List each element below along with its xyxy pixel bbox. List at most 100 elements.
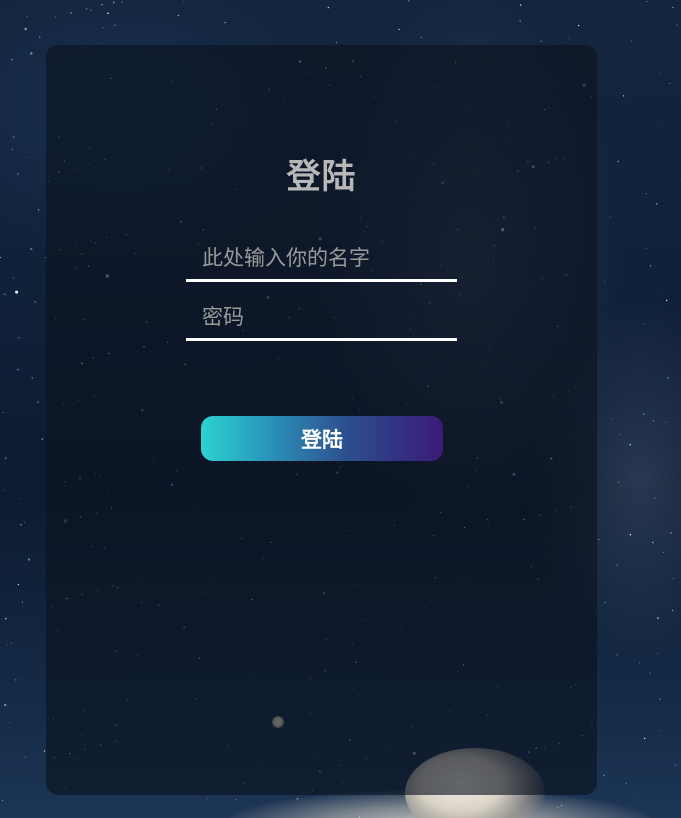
star xyxy=(2,799,3,801)
star xyxy=(24,522,26,524)
star xyxy=(29,171,31,173)
star xyxy=(408,0,410,2)
star xyxy=(11,58,13,61)
star xyxy=(655,203,658,205)
star xyxy=(114,24,116,26)
star xyxy=(667,377,669,379)
star xyxy=(644,737,646,740)
star xyxy=(540,40,542,42)
star xyxy=(12,136,15,138)
star xyxy=(665,299,668,302)
star xyxy=(561,41,563,43)
username-field xyxy=(186,237,457,282)
star xyxy=(604,601,606,604)
star xyxy=(674,764,677,766)
star xyxy=(224,21,226,24)
star xyxy=(41,438,43,440)
star xyxy=(672,578,674,580)
star xyxy=(665,421,667,423)
star xyxy=(177,14,180,17)
star xyxy=(15,290,19,294)
star xyxy=(609,215,611,217)
star xyxy=(90,9,92,12)
star xyxy=(235,798,237,801)
star xyxy=(630,40,632,42)
star xyxy=(632,313,634,315)
star xyxy=(659,72,660,74)
star xyxy=(206,798,208,800)
star xyxy=(2,412,4,413)
star xyxy=(398,28,400,31)
star xyxy=(622,95,625,97)
star xyxy=(625,782,627,784)
star xyxy=(598,538,600,540)
password-field xyxy=(186,296,457,341)
star xyxy=(656,616,660,620)
star xyxy=(612,85,614,87)
star xyxy=(38,209,40,211)
login-title: 登陆 xyxy=(286,157,357,197)
star xyxy=(659,127,661,129)
star xyxy=(121,1,123,3)
star xyxy=(577,24,580,27)
star xyxy=(663,145,665,146)
star xyxy=(27,558,31,561)
star xyxy=(15,679,17,681)
star xyxy=(568,37,570,39)
star xyxy=(4,293,6,295)
star xyxy=(20,523,22,526)
star xyxy=(10,642,13,644)
star xyxy=(661,67,663,69)
star xyxy=(645,193,647,195)
star xyxy=(5,617,7,620)
star xyxy=(616,564,618,566)
star xyxy=(642,323,645,325)
star xyxy=(17,583,20,586)
star xyxy=(7,644,9,646)
star xyxy=(102,43,104,44)
star xyxy=(603,774,605,777)
password-input[interactable] xyxy=(186,296,457,338)
star xyxy=(649,672,651,674)
star xyxy=(662,552,664,554)
star xyxy=(182,0,184,2)
star xyxy=(670,532,672,534)
star xyxy=(619,434,621,436)
star xyxy=(8,722,10,723)
star xyxy=(70,12,72,14)
username-input[interactable] xyxy=(186,237,457,279)
star xyxy=(617,481,619,483)
star xyxy=(420,36,422,38)
login-button[interactable]: 登陆 xyxy=(201,416,443,461)
star xyxy=(652,541,654,544)
star xyxy=(17,173,19,175)
star xyxy=(659,698,661,700)
star xyxy=(4,704,7,707)
star xyxy=(335,42,337,44)
star xyxy=(12,277,14,279)
star xyxy=(0,257,1,258)
star xyxy=(604,281,606,283)
star xyxy=(31,377,33,379)
star xyxy=(30,52,33,55)
star xyxy=(107,12,109,14)
star xyxy=(26,157,27,159)
login-panel: 登陆 登陆 xyxy=(46,45,597,795)
star xyxy=(102,27,104,29)
star xyxy=(54,16,57,18)
star xyxy=(636,793,638,794)
star xyxy=(85,8,88,10)
star xyxy=(676,24,678,26)
star xyxy=(657,652,659,654)
star xyxy=(656,293,658,295)
star xyxy=(643,413,645,415)
star xyxy=(639,662,640,664)
star xyxy=(679,179,681,181)
star xyxy=(113,1,115,4)
star xyxy=(611,418,613,420)
star xyxy=(26,16,28,18)
star xyxy=(18,497,20,499)
star xyxy=(519,4,522,6)
star xyxy=(4,489,6,491)
star xyxy=(38,726,40,727)
